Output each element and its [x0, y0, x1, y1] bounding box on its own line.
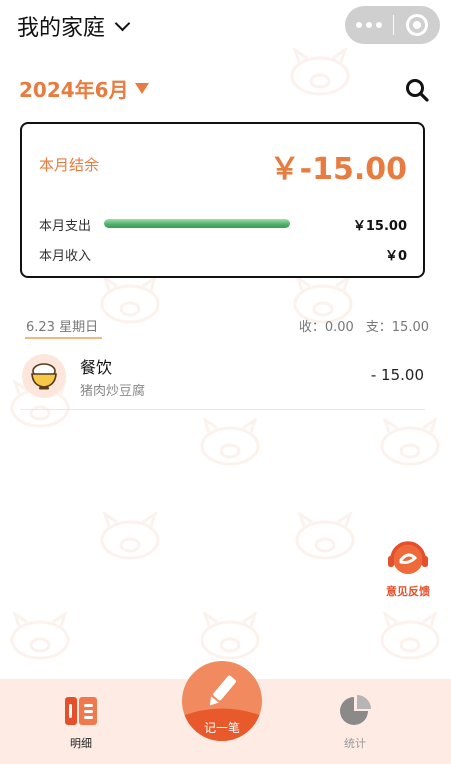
expense-value: ￥15.00: [352, 219, 407, 234]
record-amount: - 15.00: [370, 366, 424, 384]
monthly-summary-card: 本月结余 ￥-15.00 本月支出 ￥15.00 本月收入 ￥0: [20, 122, 425, 278]
expense-progress-fill: [104, 219, 290, 228]
pig-watermark-icon: [200, 418, 260, 466]
tab-detail[interactable]: 明细: [46, 693, 116, 751]
search-icon[interactable]: [404, 77, 430, 103]
pig-watermark-icon: [380, 418, 440, 466]
day-expense: 支：15.00: [365, 320, 429, 335]
tab-detail-label: 明细: [70, 737, 92, 750]
month-label: 2024年6月: [19, 78, 129, 102]
top-bar: 我的家庭: [0, 0, 451, 52]
rice-bowl-icon: [22, 354, 66, 398]
balance-value: ￥-15.00: [269, 152, 407, 187]
pie-chart-icon: [340, 695, 371, 725]
pig-watermark-icon: [200, 612, 260, 660]
pig-watermark-icon: [100, 512, 160, 560]
pig-watermark-icon: [10, 612, 70, 660]
record-note: 猪肉炒豆腐: [80, 384, 146, 399]
triangle-down-icon: [134, 83, 149, 94]
day-header: 6.23 星期日 收：0.00 支：15.00: [0, 312, 451, 340]
day-label: 6.23 星期日: [26, 320, 99, 335]
chevron-down-icon: [114, 15, 131, 31]
expense-progress-bar: [104, 219, 290, 228]
day-underline: [25, 337, 102, 339]
income-label: 本月收入: [39, 249, 92, 264]
day-totals: 收：0.00 支：15.00: [299, 316, 429, 335]
family-selector[interactable]: 我的家庭: [17, 10, 131, 42]
tab-stats-label: 统计: [344, 737, 366, 750]
add-record-button[interactable]: 记一笔: [182, 661, 262, 741]
close-miniprogram-icon[interactable]: [394, 14, 440, 36]
list-item[interactable]: 餐饮 猪肉炒豆腐 - 15.00: [0, 350, 451, 410]
headset-icon: [388, 541, 428, 574]
balance-label: 本月结余: [39, 156, 100, 174]
detail-list-icon: [65, 697, 97, 725]
tab-stats[interactable]: 统计: [320, 693, 390, 751]
more-dots-icon[interactable]: [345, 22, 393, 28]
divider: [20, 409, 425, 410]
feedback-label: 意见反馈: [386, 585, 430, 598]
capsule-divider: [392, 15, 395, 35]
record-category: 餐饮: [80, 358, 113, 377]
family-title: 我的家庭: [17, 16, 106, 41]
add-record-label: 记一笔: [203, 721, 240, 735]
month-selector[interactable]: 2024年6月: [19, 74, 149, 103]
pig-watermark-icon: [295, 512, 355, 560]
miniprogram-capsule: [345, 6, 440, 44]
expense-label: 本月支出: [39, 219, 92, 234]
feedback-button[interactable]: 意见反馈: [382, 537, 434, 601]
pig-watermark-icon: [290, 48, 350, 96]
income-value: ￥0: [384, 249, 407, 264]
pig-watermark-icon: [380, 612, 440, 660]
day-income: 收：0.00: [298, 320, 354, 335]
